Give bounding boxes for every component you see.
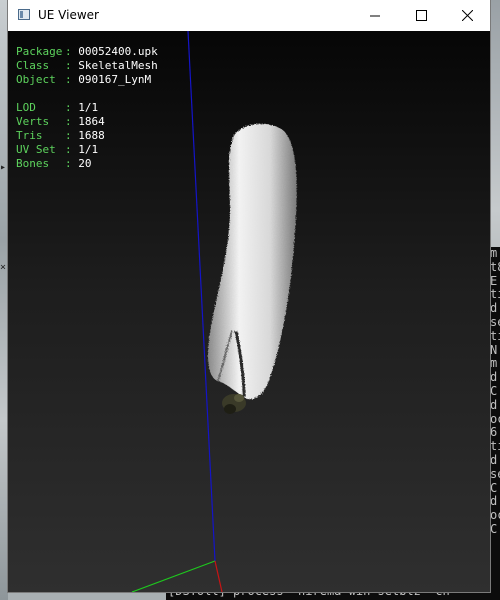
window-title: UE Viewer <box>38 8 99 22</box>
info-value: 1/1 <box>78 101 99 114</box>
console-line: C <box>490 481 498 495</box>
console-line: oc <box>490 509 500 523</box>
info-separator: : <box>65 143 79 156</box>
console-line: d <box>490 302 498 316</box>
skeletal-mesh-model <box>208 123 297 400</box>
info-separator: : <box>65 101 79 114</box>
info-label: Class <box>16 59 50 72</box>
y-axis-line <box>131 560 216 592</box>
console-line: oc <box>490 412 500 426</box>
console-line: d <box>490 495 498 509</box>
info-value: 1864 <box>78 115 105 128</box>
info-value: SkeletalMesh <box>78 59 158 72</box>
console-window[interactable]: mt8EtidsetiNmdCdoc6tidseCdocC <box>490 247 500 600</box>
info-value: 090167_LynM <box>78 73 152 86</box>
3d-viewport[interactable]: Package: 00052400.upk Class: SkeletalMesh… <box>8 31 490 592</box>
close-icon <box>461 10 473 21</box>
info-row: Verts: 1864 <box>16 115 158 129</box>
info-row: Object: 090167_LynM <box>16 73 158 87</box>
console-line: C <box>490 384 498 398</box>
info-value: 1688 <box>78 129 105 142</box>
info-separator: : <box>65 73 79 86</box>
console-line: se <box>490 467 500 481</box>
info-label: Verts <box>16 115 50 128</box>
mesh-info-panel: Package: 00052400.upk Class: SkeletalMesh… <box>16 45 158 171</box>
maximize-button[interactable] <box>398 0 444 31</box>
console-line: N <box>490 343 498 357</box>
info-value: 20 <box>78 157 92 170</box>
title-bar[interactable]: UE Viewer <box>8 0 490 31</box>
console-line: ti <box>490 288 500 302</box>
desktop-edge-glyph: × <box>0 262 7 273</box>
info-separator: : <box>65 115 79 128</box>
console-line: ti <box>490 329 500 343</box>
console-line: 6 <box>490 426 498 440</box>
console-line: C <box>490 522 498 536</box>
console-line: m <box>490 247 498 260</box>
maximize-icon <box>415 10 427 21</box>
console-line: E <box>490 274 498 288</box>
info-separator: : <box>65 59 79 72</box>
info-label: Object <box>16 73 56 86</box>
console-line: ti <box>490 440 500 454</box>
info-separator: : <box>65 129 79 142</box>
info-row: Tris: 1688 <box>16 129 158 143</box>
info-separator: : <box>65 157 79 170</box>
x-axis-line <box>214 560 223 592</box>
console-line: t8 <box>490 260 500 274</box>
z-axis-line <box>187 31 216 562</box>
minimize-icon <box>369 15 380 17</box>
desktop-background-left <box>0 0 8 600</box>
window-icon <box>18 9 30 20</box>
info-label: UV Set <box>16 143 56 156</box>
info-value: 1/1 <box>78 143 99 156</box>
info-label: Tris <box>16 129 43 142</box>
info-row: Class: SkeletalMesh <box>16 59 158 73</box>
info-row: LOD: 1/1 <box>16 101 158 115</box>
console-line: m <box>490 357 498 371</box>
minimize-button[interactable] <box>352 0 398 31</box>
info-separator: : <box>65 45 79 58</box>
info-row: UV Set: 1/1 <box>16 143 158 157</box>
console-line: se <box>490 315 500 329</box>
ue-viewer-window[interactable]: UE Viewer Package: 00052400.upk Class:… <box>8 0 490 592</box>
info-label: Bones <box>16 157 50 170</box>
info-value: 00052400.upk <box>78 45 158 58</box>
info-label: Package <box>16 45 63 58</box>
console-line: d <box>490 371 498 385</box>
console-line: d <box>490 453 498 467</box>
console-line: d <box>490 398 498 412</box>
info-row: Bones: 20 <box>16 157 158 171</box>
info-row: Package: 00052400.upk <box>16 45 158 59</box>
mesh-root-detail <box>222 394 246 414</box>
info-label: LOD <box>16 101 36 114</box>
close-button[interactable] <box>444 0 490 31</box>
desktop-edge-glyph: ▸ <box>0 162 7 173</box>
